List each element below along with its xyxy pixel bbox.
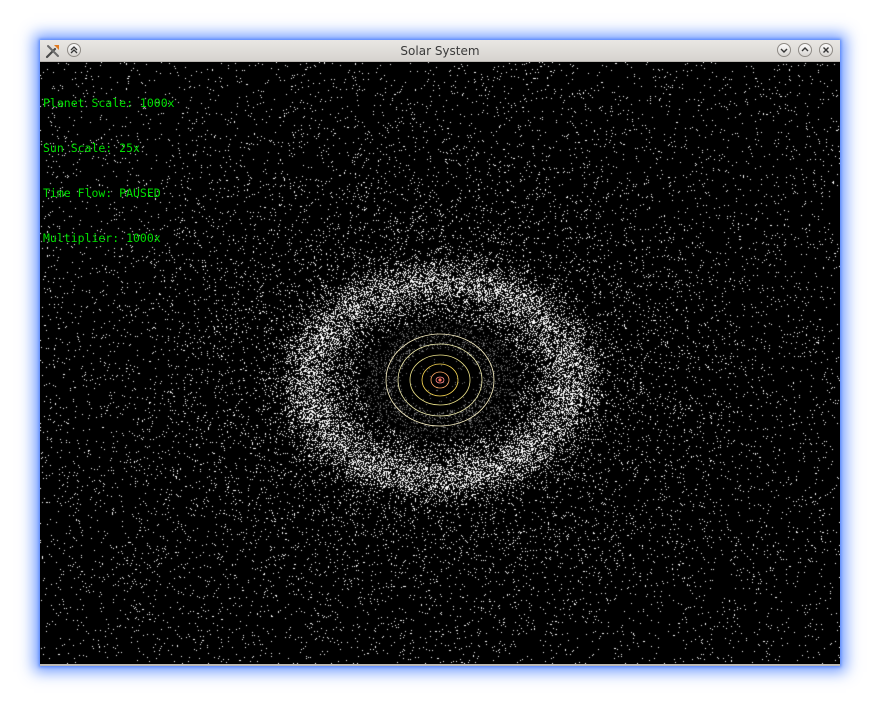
solar-system-viewport[interactable]: Planet Scale: 1000x Sun Scale: 25x Time … xyxy=(40,62,840,664)
sun-marker xyxy=(438,378,442,382)
hud-overlay: Planet Scale: 1000x Sun Scale: 25x Time … xyxy=(43,66,175,276)
window-bottom-border xyxy=(40,664,840,666)
title-bar[interactable]: Solar System xyxy=(40,40,840,62)
close-icon[interactable] xyxy=(819,43,833,57)
planet-scale-label: Planet Scale: 1000x xyxy=(43,96,175,110)
window-title: Solar System xyxy=(400,44,480,58)
app-window: Solar System Planet Scale: 1000x Sun Sca… xyxy=(40,40,840,666)
multiplier-label: Multiplier: 1000x xyxy=(43,231,161,245)
time-flow-label: Time Flow: PAUSED xyxy=(43,186,161,200)
maximize-icon[interactable] xyxy=(798,43,812,57)
minimize-icon[interactable] xyxy=(777,43,791,57)
sun-scale-label: Sun Scale: 25x xyxy=(43,141,140,155)
